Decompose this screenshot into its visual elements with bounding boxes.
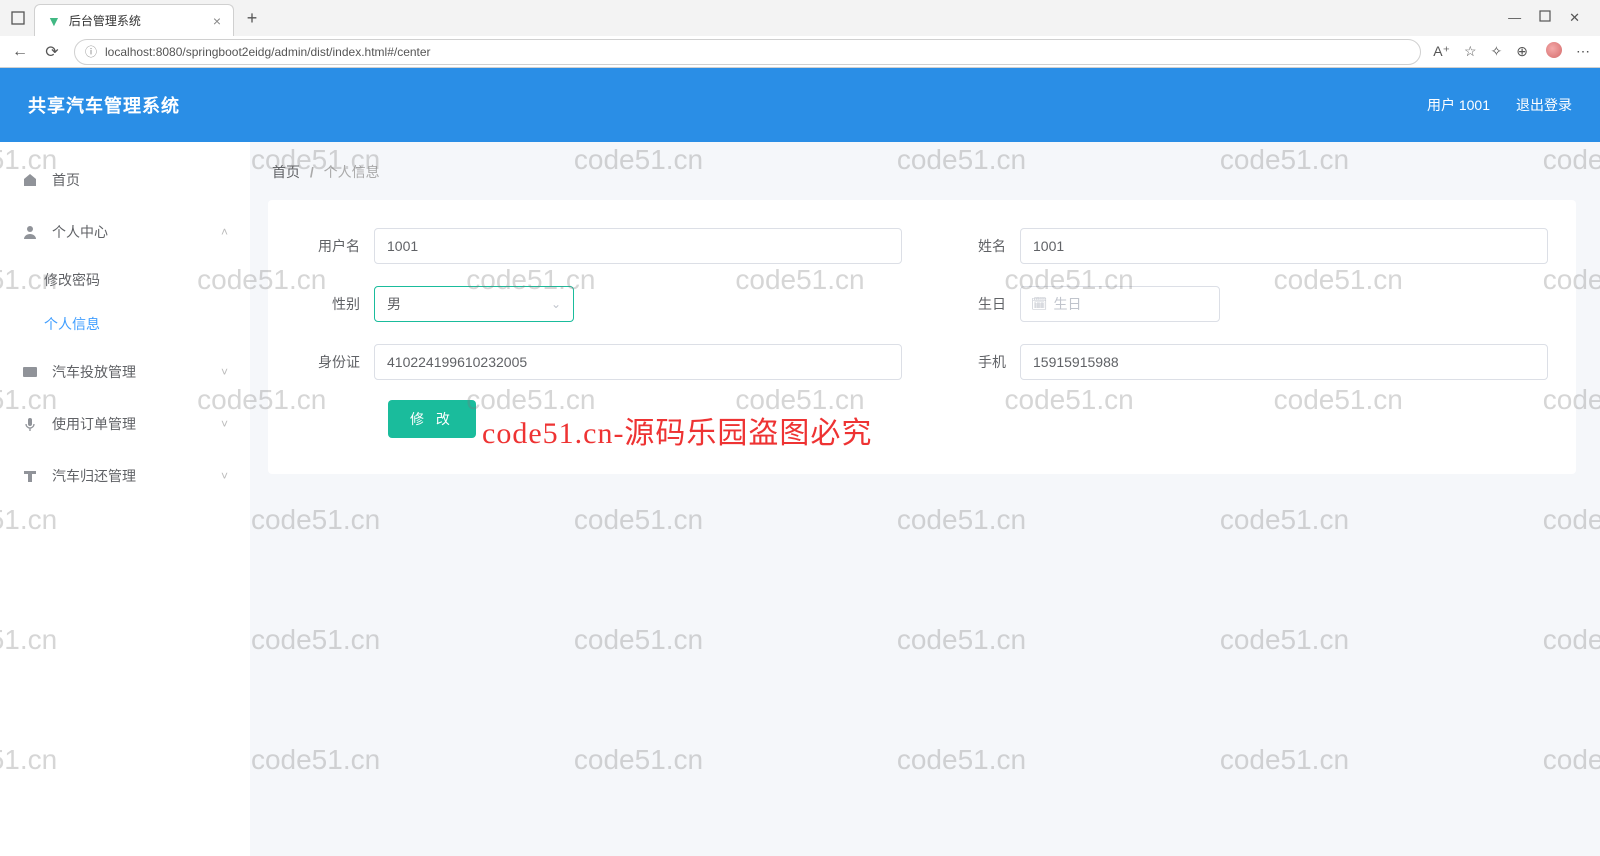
row-idcard: 身份证 [296,344,902,380]
favorites-icon[interactable]: ☆ [1464,43,1477,60]
tabs-overview-icon[interactable] [6,6,30,30]
sidebar-label: 个人中心 [52,222,108,242]
sidebar-label: 使用订单管理 [52,414,136,434]
label-username: 用户名 [296,236,374,256]
breadcrumb-home[interactable]: 首页 [272,164,300,180]
chevron-down-icon: ˅ [221,417,228,431]
new-tab-button[interactable]: + [238,4,266,32]
back-icon[interactable]: ← [10,43,30,61]
main-content: 首页 / 个人信息 用户名 姓名 性别 男 [250,142,1600,856]
sidebar-item-car-deploy[interactable]: 汽车投放管理 ˅ [0,346,250,398]
tab-close-icon[interactable]: × [213,13,221,29]
chevron-down-icon: ⌄ [551,297,561,311]
label-name: 姓名 [942,236,1020,256]
sidebar-label: 修改密码 [44,270,100,290]
browser-tabbar: ▼ 后台管理系统 × + — ✕ [0,0,1600,36]
form-card: 用户名 姓名 性别 男 ⌄ 生日 [268,200,1576,474]
breadcrumb: 首页 / 个人信息 [268,162,1576,182]
window-minimize-icon[interactable]: — [1508,10,1521,26]
row-gender: 性别 男 ⌄ [296,286,902,322]
collections-icon[interactable]: ⊕ [1516,43,1528,60]
browser-toolbar: ← ⟳ ⓘ localhost:8080/springboot2eidg/adm… [0,36,1600,67]
row-name: 姓名 [942,228,1548,264]
app-header: 共享汽车管理系统 用户 1001 退出登录 [0,68,1600,142]
home-icon [22,172,40,188]
window-close-icon[interactable]: ✕ [1569,10,1580,26]
read-aloud-icon[interactable]: A⁺ [1433,43,1450,60]
vue-favicon-icon: ▼ [47,13,61,29]
breadcrumb-separator: / [310,164,314,180]
more-icon[interactable]: ⋯ [1576,43,1590,60]
header-right: 用户 1001 退出登录 [1427,95,1572,115]
header-user[interactable]: 用户 1001 [1427,95,1490,115]
car-icon [22,364,40,380]
label-gender: 性别 [296,294,374,314]
date-birthday-placeholder: 生日 [1054,294,1082,314]
tab-title: 后台管理系统 [69,12,205,29]
sidebar-label: 首页 [52,170,80,190]
label-phone: 手机 [942,352,1020,372]
sidebar-item-personal-center[interactable]: 个人中心 ˄ [0,206,250,258]
date-birthday[interactable]: 🗓 生日 [1020,286,1220,322]
row-username: 用户名 [296,228,902,264]
browser-tab[interactable]: ▼ 后台管理系统 × [34,4,234,36]
input-phone[interactable] [1020,344,1548,380]
sidebar-label: 汽车投放管理 [52,362,136,382]
refresh-icon[interactable]: ⟳ [42,42,62,62]
sidebar-item-order-mgmt[interactable]: 使用订单管理 ˅ [0,398,250,450]
sidebar-item-change-password[interactable]: 修改密码 [0,258,250,302]
select-gender-value: 男 [387,294,401,314]
input-idcard[interactable] [374,344,902,380]
row-birthday: 生日 🗓 生日 [942,286,1548,322]
reading-list-icon[interactable]: ✧ [1491,43,1503,60]
profile-avatar[interactable] [1542,42,1562,61]
select-gender[interactable]: 男 ⌄ [374,286,574,322]
return-icon [22,468,40,484]
address-bar[interactable]: ⓘ localhost:8080/springboot2eidg/admin/d… [74,39,1421,65]
submit-button[interactable]: 修 改 [388,400,476,438]
label-birthday: 生日 [942,294,1020,314]
app-body: 首页 个人中心 ˄ 修改密码 个人信息 汽车投放管理 ˅ 使用订单管理 [0,142,1600,856]
sidebar-item-personal-info[interactable]: 个人信息 [0,302,250,346]
sidebar-item-home[interactable]: 首页 [0,154,250,206]
browser-right-icons: A⁺ ☆ ✧ ⊕ ⋯ [1433,42,1590,61]
app-brand: 共享汽车管理系统 [28,92,180,118]
input-username[interactable] [374,228,902,264]
sidebar-label: 个人信息 [44,314,100,334]
sidebar: 首页 个人中心 ˄ 修改密码 个人信息 汽车投放管理 ˅ 使用订单管理 [0,142,250,856]
row-phone: 手机 [942,344,1548,380]
chevron-down-icon: ˅ [221,365,228,379]
calendar-icon: 🗓 [1031,296,1048,312]
input-name[interactable] [1020,228,1548,264]
sidebar-item-car-return[interactable]: 汽车归还管理 ˅ [0,450,250,502]
browser-chrome: ▼ 后台管理系统 × + — ✕ ← ⟳ ⓘ localhost:8080/sp… [0,0,1600,68]
mic-icon [22,416,40,432]
user-icon [22,224,40,240]
window-controls: — ✕ [1508,10,1594,26]
logout-link[interactable]: 退出登录 [1516,95,1572,115]
chevron-down-icon: ˅ [221,469,228,483]
window-maximize-icon[interactable] [1539,10,1551,26]
label-idcard: 身份证 [296,352,374,372]
chevron-up-icon: ˄ [221,225,228,239]
url-text: localhost:8080/springboot2eidg/admin/dis… [105,45,431,59]
breadcrumb-current: 个人信息 [324,164,380,180]
sidebar-label: 汽车归还管理 [52,466,136,486]
site-info-icon[interactable]: ⓘ [85,43,97,60]
